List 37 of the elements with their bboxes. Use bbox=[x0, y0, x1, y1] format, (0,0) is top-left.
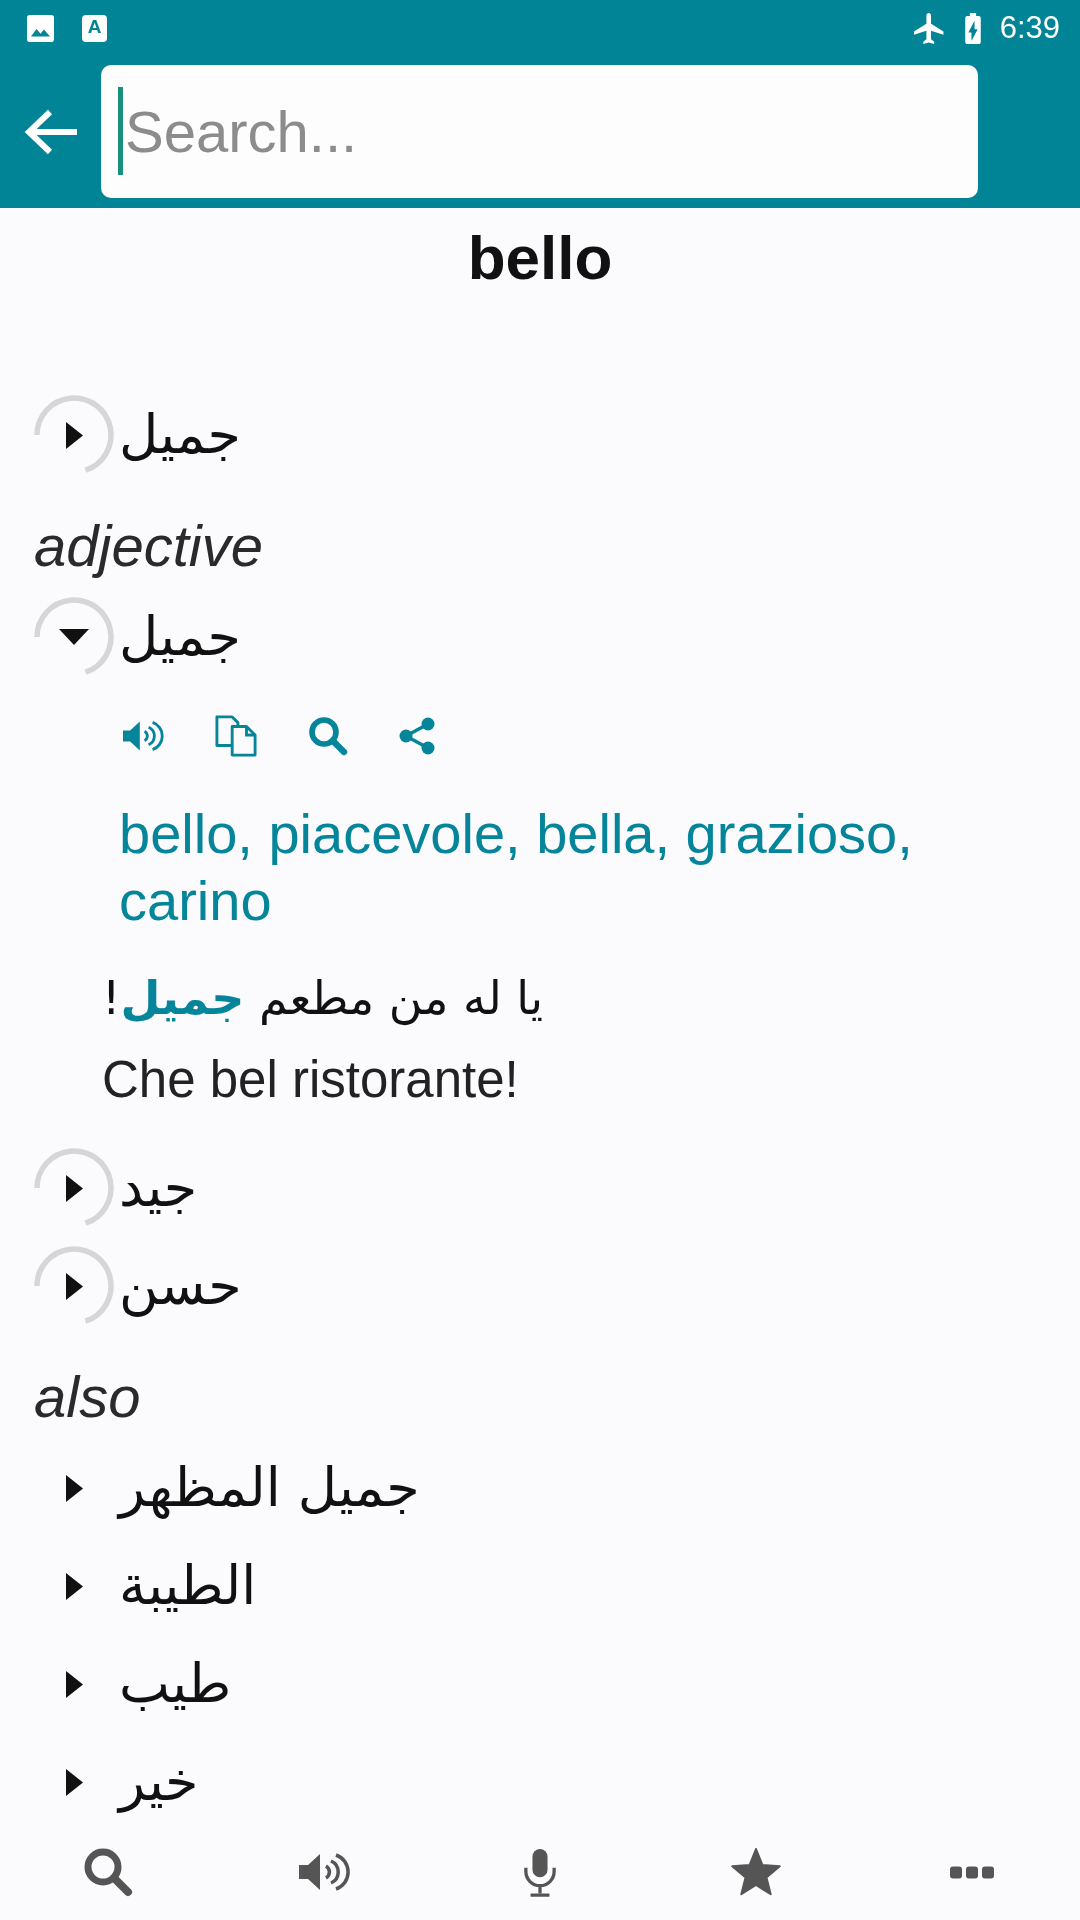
speaker-icon[interactable] bbox=[122, 720, 164, 752]
back-arrow-icon[interactable] bbox=[23, 108, 78, 155]
airplane-icon bbox=[912, 12, 946, 44]
part-of-speech-label: also bbox=[34, 1364, 141, 1429]
translation-list: bello, piacevole, bella, grazioso, carino bbox=[119, 800, 999, 934]
image-icon bbox=[27, 14, 54, 42]
arabic-term[interactable]: جيد bbox=[119, 1152, 198, 1224]
example-sentence: يا له من مطعم جميل! bbox=[102, 970, 544, 1028]
part-of-speech-label: adjective bbox=[34, 513, 263, 578]
caret-right-icon[interactable] bbox=[65, 1768, 83, 1796]
speaker-icon[interactable] bbox=[298, 1852, 350, 1892]
caret-right-icon[interactable] bbox=[65, 1572, 83, 1600]
arabic-term[interactable]: جميل bbox=[119, 601, 241, 673]
headword-title: bello bbox=[467, 223, 613, 292]
microphone-icon[interactable] bbox=[521, 1847, 559, 1897]
text-cursor-icon bbox=[118, 87, 123, 175]
search-icon[interactable] bbox=[83, 1847, 133, 1897]
share-icon[interactable] bbox=[399, 717, 435, 755]
copy-icon[interactable] bbox=[215, 715, 257, 757]
caret-right-icon[interactable] bbox=[65, 1174, 83, 1202]
status-time: 6:39 bbox=[999, 10, 1060, 46]
caret-right-icon[interactable] bbox=[65, 1670, 83, 1698]
arabic-term[interactable]: طيب bbox=[119, 1648, 232, 1720]
star-icon[interactable] bbox=[730, 1848, 782, 1896]
search-field[interactable]: Search... bbox=[101, 65, 978, 198]
more-icon[interactable] bbox=[950, 1865, 994, 1879]
arabic-term[interactable]: حسن bbox=[119, 1250, 242, 1322]
example-translation: Che bel ristorante! bbox=[102, 1051, 519, 1108]
notification-tile: A bbox=[82, 14, 107, 42]
caret-down-icon[interactable] bbox=[59, 629, 89, 645]
caret-right-icon[interactable] bbox=[65, 1272, 83, 1300]
search-icon[interactable] bbox=[308, 716, 348, 756]
arabic-term[interactable]: جميل bbox=[119, 399, 241, 471]
caret-right-icon[interactable] bbox=[65, 421, 83, 449]
caret-right-icon[interactable] bbox=[65, 1474, 83, 1502]
battery-charging-icon bbox=[962, 12, 983, 44]
arabic-term[interactable]: الطيبة bbox=[119, 1550, 257, 1622]
